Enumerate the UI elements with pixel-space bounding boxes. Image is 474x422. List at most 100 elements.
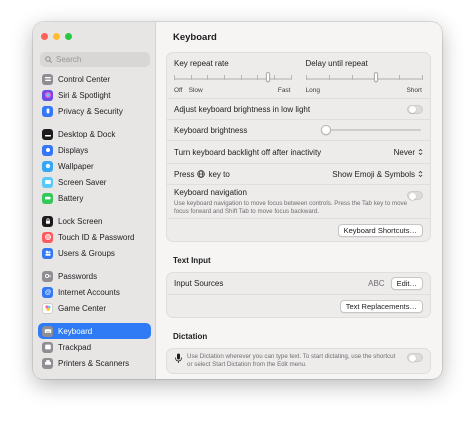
- slider-tick: [352, 74, 353, 80]
- search-icon: [45, 56, 52, 63]
- sidebar-item-label: Passwords: [58, 271, 98, 281]
- sidebar-item-lock-screen[interactable]: Lock Screen: [38, 213, 151, 229]
- sidebar-item-label: Keyboard: [58, 326, 93, 336]
- sidebar-item-keyboard[interactable]: Keyboard: [38, 323, 151, 339]
- sidebar-item-control-center[interactable]: Control Center: [38, 71, 151, 87]
- brightness-slider-knob[interactable]: [321, 125, 331, 135]
- sidebar-item-desktop-and-dock[interactable]: Desktop & Dock: [38, 126, 151, 142]
- control-center-icon: [42, 73, 53, 85]
- slider-tick: [290, 74, 291, 80]
- keyboard-navigation-toggle[interactable]: [407, 191, 423, 200]
- lock-icon: [42, 215, 53, 227]
- dictation-toggle[interactable]: [407, 353, 423, 362]
- microphone-icon: [175, 353, 182, 363]
- zoom-window-button[interactable]: [65, 33, 72, 40]
- delay-tick-labels: Long Short: [306, 87, 423, 94]
- keyboard-shortcuts-button[interactable]: Keyboard Shortcuts…: [337, 223, 423, 237]
- keyboard-icon: [42, 325, 53, 337]
- dictation-text: Use Dictation wherever you can type text…: [174, 353, 402, 369]
- sidebar-item-label: Siri & Spotlight: [58, 90, 111, 100]
- printer-icon: [42, 357, 53, 369]
- text-replacements-button[interactable]: Text Replacements…: [339, 299, 423, 313]
- sidebar-item-touch-id-and-password[interactable]: Touch ID & Password: [38, 229, 151, 245]
- dock-icon: [42, 128, 53, 140]
- backlight-off-popup[interactable]: Never: [394, 148, 423, 157]
- key-icon: [42, 270, 53, 282]
- sidebar-item-label: Screen Saver: [58, 177, 107, 187]
- dictation-description: Use Dictation wherever you can type text…: [187, 353, 396, 368]
- keyboard-navigation-text: Keyboard navigation Use keyboard navigat…: [174, 188, 407, 216]
- sidebar-item-label: Lock Screen: [58, 216, 103, 226]
- sidebar-item-displays[interactable]: Displays: [38, 142, 151, 158]
- slider-tick: [398, 74, 400, 80]
- sidebar-item-internet-accounts[interactable]: @ Internet Accounts: [38, 284, 151, 300]
- svg-text:@: @: [44, 289, 51, 296]
- sidebar-item-printers-and-scanners[interactable]: Printers & Scanners: [38, 355, 151, 371]
- text-input-title: Text Input: [173, 256, 211, 265]
- sidebar-item-label: Internet Accounts: [58, 287, 120, 297]
- input-sources-controls: ABC Edit…: [368, 277, 423, 290]
- repeat-row: Key repeat rate Off Slow Fast Delay unti…: [167, 53, 430, 99]
- close-window-button[interactable]: [41, 33, 48, 40]
- sun-icon: [42, 144, 53, 156]
- settings-window: Control Center Siri & Spotlight Privacy & …: [33, 22, 442, 379]
- press-key-label-before: Press: [174, 169, 195, 179]
- delay-ticks: [305, 74, 423, 83]
- shortcuts-row: Keyboard Shortcuts…: [167, 219, 430, 241]
- search-field[interactable]: [40, 52, 150, 67]
- keyboard-brightness-row: Keyboard brightness: [167, 120, 430, 141]
- key-repeat-fast-label: Fast: [277, 86, 291, 94]
- delay-long-label: Long: [305, 86, 320, 94]
- sidebar-item-battery[interactable]: Battery: [38, 190, 151, 206]
- keyboard-navigation-label: Keyboard navigation: [174, 188, 247, 197]
- adjust-brightness-toggle[interactable]: [407, 104, 423, 114]
- sidebar-item-trackpad[interactable]: Trackpad: [38, 339, 151, 355]
- backlight-off-row: Turn keyboard backlight off after inacti…: [167, 141, 430, 164]
- sidebar-item-label: Displays: [58, 145, 89, 155]
- search-input[interactable]: [56, 55, 146, 64]
- press-key-popup[interactable]: Show Emoji & Symbols: [332, 170, 423, 179]
- key-repeat-slider-thumb[interactable]: [265, 71, 270, 82]
- input-sources-value: ABC: [368, 279, 385, 288]
- globe-icon: [197, 170, 206, 178]
- slider-tick: [174, 74, 175, 80]
- dictation-row: Use Dictation wherever you can type text…: [167, 349, 430, 373]
- sidebar-item-privacy-and-security[interactable]: Privacy & Security: [38, 103, 151, 119]
- sidebar-item-screen-saver[interactable]: Screen Saver: [38, 174, 151, 190]
- text-input-card: Input Sources ABC Edit… Text Replacement…: [166, 272, 431, 318]
- backlight-off-label: Turn keyboard backlight off after inacti…: [174, 147, 322, 157]
- delay-until-repeat-control: Delay until repeat Long Short: [299, 53, 431, 99]
- slider-tick: [305, 74, 306, 80]
- main-pane: Keyboard Key repeat rate Off Slow Fast D…: [156, 22, 442, 379]
- slider-tick: [257, 74, 258, 80]
- flower-icon: [42, 160, 53, 172]
- dictation-title: Dictation: [173, 332, 208, 341]
- sidebar-item-wallpaper[interactable]: Wallpaper: [38, 158, 151, 174]
- slider-tick: [240, 74, 242, 80]
- dictation-card: Use Dictation wherever you can type text…: [166, 348, 431, 374]
- sidebar-item-label: Wallpaper: [58, 161, 94, 171]
- edit-input-sources-button[interactable]: Edit…: [390, 277, 423, 290]
- keyboard-brightness-slider[interactable]: [321, 125, 421, 135]
- sidebar-item-label: Battery: [58, 193, 84, 203]
- sidebar-item-game-center[interactable]: Game Center: [38, 300, 151, 316]
- screen-saver-icon: [42, 176, 53, 188]
- press-key-value: Show Emoji & Symbols: [332, 169, 415, 179]
- sidebar-item-label: Printers & Scanners: [58, 358, 130, 368]
- slider-tick: [223, 74, 225, 80]
- sidebar-item-passwords[interactable]: Passwords: [38, 268, 151, 284]
- sidebar-item-label: Desktop & Dock: [58, 129, 116, 139]
- game-center-icon: [42, 302, 53, 314]
- keyboard-card: Key repeat rate Off Slow Fast Delay unti…: [166, 52, 431, 242]
- minimize-window-button[interactable]: [53, 33, 60, 40]
- keyboard-settings-content: Key repeat rate Off Slow Fast Delay unti…: [166, 52, 431, 374]
- delay-slider-thumb[interactable]: [373, 71, 378, 82]
- sidebar-item-siri-and-spotlight[interactable]: Siri & Spotlight: [38, 87, 151, 103]
- sidebar-item-label: Game Center: [58, 303, 107, 313]
- sidebar-item-users-and-groups[interactable]: Users & Groups: [38, 245, 151, 261]
- hand-icon: [42, 105, 53, 117]
- siri-icon: [42, 89, 53, 101]
- slider-tick: [190, 74, 192, 80]
